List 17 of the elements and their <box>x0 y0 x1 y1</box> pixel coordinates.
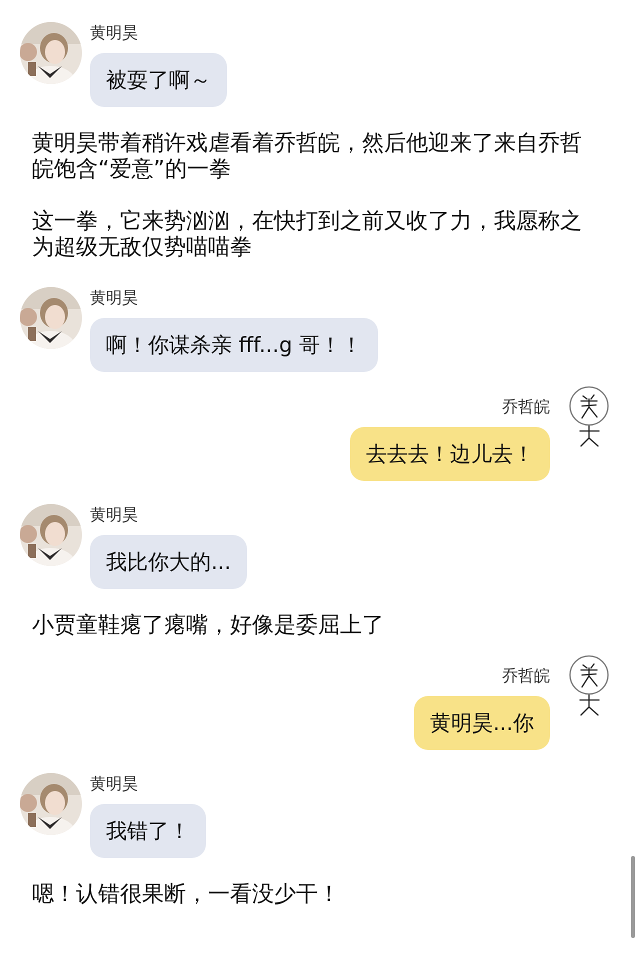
sender-name: 黄明昊 <box>90 505 138 525</box>
message-bubble: 我比你大的... <box>90 535 248 589</box>
narration-text: 这一拳，它来势汹汹，在快打到之前又收了力，我愿称之为超级无敌仅势喵喵拳 <box>32 209 583 261</box>
message-bubble: 我错了！ <box>90 804 206 858</box>
sender-name: 乔哲皖 <box>502 666 550 686</box>
message-bubble: 被耍了啊～ <box>90 53 227 107</box>
sender-name: 黄明昊 <box>90 23 138 43</box>
narration-text: 小贾童鞋瘪了瘪嘴，好像是委屈上了 <box>32 613 385 639</box>
narration-text: 黄明昊带着稍许戏虐看着乔哲皖，然后他迎来了来自乔哲皖饱含“爱意”的一拳 <box>32 131 583 183</box>
sender-name: 黄明昊 <box>90 774 138 794</box>
narration-text: 嗯！认错很果断，一看没少干！ <box>32 882 341 908</box>
message-bubble: 去去去！边儿去！ <box>350 427 550 481</box>
sender-name: 黄明昊 <box>90 288 138 308</box>
scrollbar[interactable] <box>631 856 635 938</box>
sender-name: 乔哲皖 <box>502 397 550 417</box>
message-bubble: 啊！你谋杀亲 fff...g 哥！！ <box>90 318 378 372</box>
message-bubble: 黄明昊...你 <box>414 696 550 750</box>
